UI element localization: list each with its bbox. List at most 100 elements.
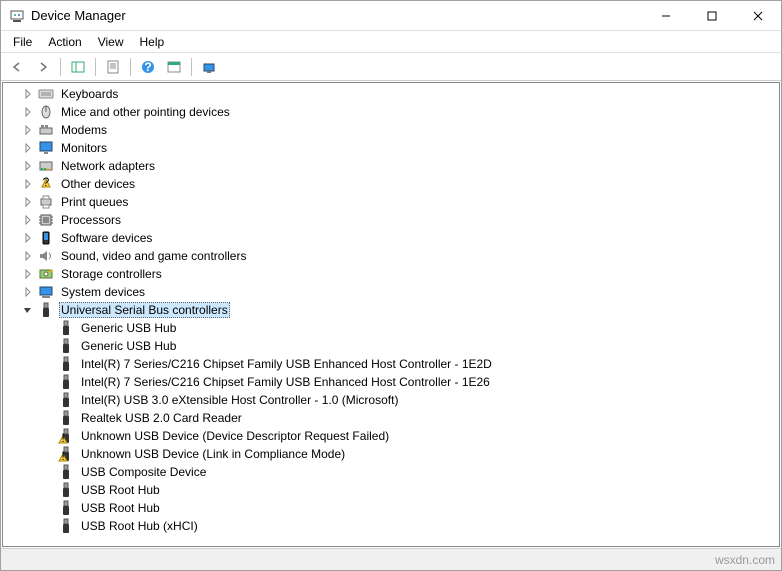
tree-device-label: Realtek USB 2.0 Card Reader	[79, 411, 244, 425]
device-tree[interactable]: Keyboards Mice and other pointing devices…	[2, 82, 780, 547]
tree-category[interactable]: Mice and other pointing devices	[3, 103, 779, 121]
tree-device-label: Intel(R) 7 Series/C216 Chipset Family US…	[79, 357, 494, 371]
tree-category[interactable]: Network adapters	[3, 157, 779, 175]
scan-button[interactable]	[162, 56, 186, 78]
tree-category[interactable]: Print queues	[3, 193, 779, 211]
tree-device[interactable]: Intel(R) 7 Series/C216 Chipset Family US…	[3, 373, 779, 391]
chevron-right-icon[interactable]	[21, 213, 35, 227]
chevron-right-icon[interactable]	[21, 87, 35, 101]
tree-device[interactable]: USB Root Hub	[3, 481, 779, 499]
app-icon	[9, 8, 25, 24]
tree-category[interactable]: ? Other devices	[3, 175, 779, 193]
tree-category-label: Monitors	[59, 141, 109, 155]
chevron-right-icon[interactable]	[21, 231, 35, 245]
maximize-button[interactable]	[689, 1, 735, 31]
tree-category-label: Processors	[59, 213, 123, 227]
usb-icon	[57, 356, 75, 372]
forward-button[interactable]	[31, 56, 55, 78]
show-hide-tree-button[interactable]	[66, 56, 90, 78]
tree-category[interactable]: Software devices	[3, 229, 779, 247]
usb-icon	[37, 302, 55, 318]
software-icon	[37, 230, 55, 246]
menu-help[interactable]: Help	[132, 33, 173, 51]
chevron-right-icon[interactable]	[21, 249, 35, 263]
status-text: wsxdn.com	[715, 553, 775, 567]
svg-text:?: ?	[43, 176, 50, 189]
toolbar-separator	[130, 58, 131, 76]
svg-text:!: !	[61, 449, 64, 462]
menu-view[interactable]: View	[90, 33, 132, 51]
menu-file[interactable]: File	[5, 33, 40, 51]
monitor-icon	[37, 140, 55, 156]
sound-icon	[37, 248, 55, 264]
back-button[interactable]	[5, 56, 29, 78]
tree-device-label: USB Root Hub	[79, 483, 162, 497]
tree-device-label: Generic USB Hub	[79, 339, 178, 353]
modem-icon	[37, 122, 55, 138]
tree-device[interactable]: Generic USB Hub	[3, 319, 779, 337]
tree-device[interactable]: Intel(R) USB 3.0 eXtensible Host Control…	[3, 391, 779, 409]
titlebar: Device Manager	[1, 1, 781, 31]
tree-device-label: USB Root Hub (xHCI)	[79, 519, 200, 533]
tree-device-label: Intel(R) USB 3.0 eXtensible Host Control…	[79, 393, 400, 407]
chevron-right-icon[interactable]	[21, 195, 35, 209]
tree-category[interactable]: Processors	[3, 211, 779, 229]
usb-icon	[57, 338, 75, 354]
tree-device[interactable]: USB Root Hub (xHCI)	[3, 517, 779, 535]
usb-icon-warning: !	[57, 428, 75, 444]
show-hidden-button[interactable]	[197, 56, 221, 78]
tree-category[interactable]: System devices	[3, 283, 779, 301]
tree-device[interactable]: Generic USB Hub	[3, 337, 779, 355]
toolbar-separator	[191, 58, 192, 76]
chevron-right-icon[interactable]	[21, 123, 35, 137]
tree-category-label: Other devices	[59, 177, 137, 191]
chevron-right-icon[interactable]	[21, 105, 35, 119]
tree-category[interactable]: Modems	[3, 121, 779, 139]
usb-icon	[57, 482, 75, 498]
chevron-down-icon[interactable]	[21, 303, 35, 317]
tree-device[interactable]: Intel(R) 7 Series/C216 Chipset Family US…	[3, 355, 779, 373]
tree-device[interactable]: ! Unknown USB Device (Link in Compliance …	[3, 445, 779, 463]
tree-category[interactable]: Sound, video and game controllers	[3, 247, 779, 265]
tree-category-label: Software devices	[59, 231, 154, 245]
tree-category-label: Storage controllers	[59, 267, 164, 281]
tree-category-label: System devices	[59, 285, 147, 299]
tree-device[interactable]: USB Root Hub	[3, 499, 779, 517]
svg-text:!: !	[61, 431, 64, 444]
usb-icon-warning: !	[57, 446, 75, 462]
tree-category[interactable]: Universal Serial Bus controllers	[3, 301, 779, 319]
help-button[interactable]: ?	[136, 56, 160, 78]
usb-icon	[57, 500, 75, 516]
tree-device-label: Unknown USB Device (Device Descriptor Re…	[79, 429, 391, 443]
menu-action[interactable]: Action	[40, 33, 89, 51]
properties-button[interactable]	[101, 56, 125, 78]
tree-category-label: Universal Serial Bus controllers	[59, 302, 230, 318]
tree-device[interactable]: USB Composite Device	[3, 463, 779, 481]
chevron-right-icon[interactable]	[21, 159, 35, 173]
printer-icon	[37, 194, 55, 210]
chevron-right-icon[interactable]	[21, 267, 35, 281]
close-button[interactable]	[735, 1, 781, 31]
tree-category-label: Sound, video and game controllers	[59, 249, 248, 263]
usb-icon	[57, 518, 75, 534]
tree-device[interactable]: ! Unknown USB Device (Device Descriptor R…	[3, 427, 779, 445]
usb-icon	[57, 410, 75, 426]
chevron-right-icon[interactable]	[21, 177, 35, 191]
tree-device-label: Unknown USB Device (Link in Compliance M…	[79, 447, 347, 461]
chevron-right-icon[interactable]	[21, 141, 35, 155]
usb-icon	[57, 320, 75, 336]
chevron-right-icon[interactable]	[21, 285, 35, 299]
tree-category[interactable]: Keyboards	[3, 85, 779, 103]
network-icon	[37, 158, 55, 174]
tree-category[interactable]: Monitors	[3, 139, 779, 157]
tree-device[interactable]: Realtek USB 2.0 Card Reader	[3, 409, 779, 427]
tree-device-label: USB Composite Device	[79, 465, 208, 479]
tree-category-label: Keyboards	[59, 87, 120, 101]
tree-category-label: Mice and other pointing devices	[59, 105, 232, 119]
minimize-button[interactable]	[643, 1, 689, 31]
tree-category-label: Print queues	[59, 195, 130, 209]
statusbar: wsxdn.com	[1, 548, 781, 570]
svg-text:?: ?	[144, 60, 151, 74]
system-icon	[37, 284, 55, 300]
tree-category[interactable]: Storage controllers	[3, 265, 779, 283]
